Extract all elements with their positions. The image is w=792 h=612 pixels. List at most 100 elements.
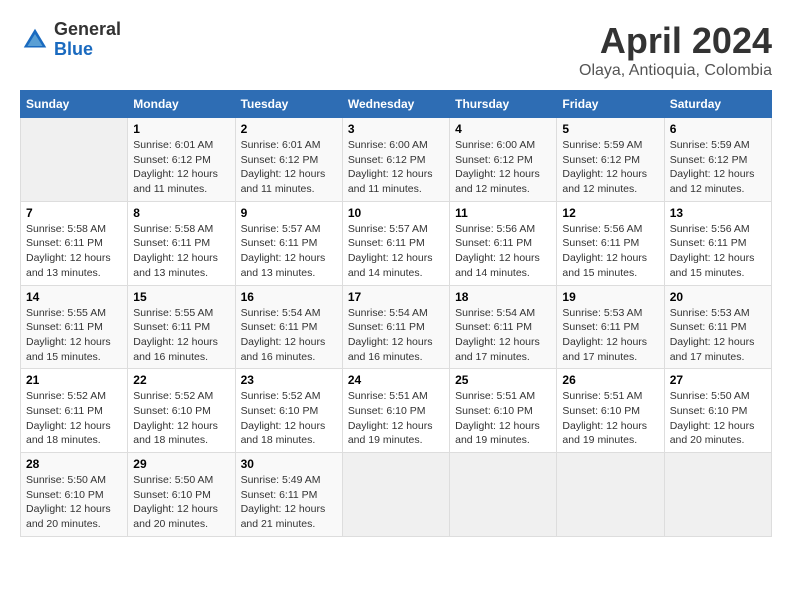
calendar-week-3: 21 Sunrise: 5:52 AM Sunset: 6:11 PM Dayli…	[21, 369, 772, 453]
calendar-cell: 12 Sunrise: 5:56 AM Sunset: 6:11 PM Dayli…	[557, 201, 664, 285]
day-number: 7	[26, 206, 122, 220]
day-info: Sunrise: 5:52 AM Sunset: 6:11 PM Dayligh…	[26, 389, 122, 448]
calendar-cell: 6 Sunrise: 5:59 AM Sunset: 6:12 PM Daylig…	[664, 118, 771, 202]
header-monday: Monday	[128, 91, 235, 118]
calendar-cell: 13 Sunrise: 5:56 AM Sunset: 6:11 PM Dayli…	[664, 201, 771, 285]
header-wednesday: Wednesday	[342, 91, 449, 118]
calendar-cell: 26Sunrise: 5:51 AM Sunset: 6:10 PM Dayli…	[557, 369, 664, 453]
header-sunday: Sunday	[21, 91, 128, 118]
day-info: Sunrise: 5:50 AM Sunset: 6:10 PM Dayligh…	[670, 389, 766, 448]
day-number: 19	[562, 290, 658, 304]
day-number: 30	[241, 457, 337, 471]
day-number: 9	[241, 206, 337, 220]
logo-icon	[20, 25, 50, 55]
day-number: 20	[670, 290, 766, 304]
day-info: Sunrise: 5:54 AM Sunset: 6:11 PM Dayligh…	[455, 306, 551, 365]
calendar-cell: 29 Sunrise: 5:50 AM Sunset: 6:10 PM Dayli…	[128, 453, 235, 537]
calendar-cell: 17 Sunrise: 5:54 AM Sunset: 6:11 PM Dayli…	[342, 285, 449, 369]
logo-blue: Blue	[54, 40, 121, 60]
day-info: Sunrise: 5:56 AM Sunset: 6:11 PM Dayligh…	[455, 222, 551, 281]
calendar-cell: 5 Sunrise: 5:59 AM Sunset: 6:12 PM Daylig…	[557, 118, 664, 202]
calendar-cell: 15Sunrise: 5:55 AM Sunset: 6:11 PM Dayli…	[128, 285, 235, 369]
day-number: 28	[26, 457, 122, 471]
day-info: Sunrise: 5:56 AM Sunset: 6:11 PM Dayligh…	[562, 222, 658, 281]
calendar-cell: 27 Sunrise: 5:50 AM Sunset: 6:10 PM Dayli…	[664, 369, 771, 453]
logo: General Blue	[20, 20, 121, 60]
calendar-cell: 20 Sunrise: 5:53 AM Sunset: 6:11 PM Dayli…	[664, 285, 771, 369]
day-info: Sunrise: 6:01 AM Sunset: 6:12 PM Dayligh…	[133, 138, 229, 197]
day-number: 12	[562, 206, 658, 220]
header-saturday: Saturday	[664, 91, 771, 118]
day-number: 10	[348, 206, 444, 220]
day-number: 27	[670, 373, 766, 387]
day-info: Sunrise: 5:54 AM Sunset: 6:11 PM Dayligh…	[241, 306, 337, 365]
day-info: Sunrise: 6:00 AM Sunset: 6:12 PM Dayligh…	[455, 138, 551, 197]
calendar-week-2: 14 Sunrise: 5:55 AM Sunset: 6:11 PM Dayli…	[21, 285, 772, 369]
day-info: Sunrise: 5:58 AM Sunset: 6:11 PM Dayligh…	[133, 222, 229, 281]
logo-general: General	[54, 20, 121, 40]
location-subtitle: Olaya, Antioquia, Colombia	[579, 62, 772, 80]
day-info: Sunrise: 5:59 AM Sunset: 6:12 PM Dayligh…	[670, 138, 766, 197]
calendar-cell	[21, 118, 128, 202]
calendar-cell	[664, 453, 771, 537]
day-number: 13	[670, 206, 766, 220]
day-number: 2	[241, 122, 337, 136]
day-info: Sunrise: 5:59 AM Sunset: 6:12 PM Dayligh…	[562, 138, 658, 197]
day-number: 24	[348, 373, 444, 387]
calendar-cell: 14 Sunrise: 5:55 AM Sunset: 6:11 PM Dayli…	[21, 285, 128, 369]
day-number: 1	[133, 122, 229, 136]
header-friday: Friday	[557, 91, 664, 118]
day-info: Sunrise: 5:50 AM Sunset: 6:10 PM Dayligh…	[133, 473, 229, 532]
day-number: 16	[241, 290, 337, 304]
day-number: 29	[133, 457, 229, 471]
calendar-cell: 2Sunrise: 6:01 AM Sunset: 6:12 PM Daylig…	[235, 118, 342, 202]
calendar-cell: 10 Sunrise: 5:57 AM Sunset: 6:11 PM Dayli…	[342, 201, 449, 285]
day-info: Sunrise: 5:53 AM Sunset: 6:11 PM Dayligh…	[670, 306, 766, 365]
day-number: 26	[562, 373, 658, 387]
calendar-cell: 25 Sunrise: 5:51 AM Sunset: 6:10 PM Dayli…	[450, 369, 557, 453]
day-number: 8	[133, 206, 229, 220]
day-info: Sunrise: 5:53 AM Sunset: 6:11 PM Dayligh…	[562, 306, 658, 365]
day-info: Sunrise: 5:51 AM Sunset: 6:10 PM Dayligh…	[455, 389, 551, 448]
calendar-cell: 18 Sunrise: 5:54 AM Sunset: 6:11 PM Dayli…	[450, 285, 557, 369]
day-number: 18	[455, 290, 551, 304]
calendar-cell: 16 Sunrise: 5:54 AM Sunset: 6:11 PM Dayli…	[235, 285, 342, 369]
day-number: 5	[562, 122, 658, 136]
day-number: 25	[455, 373, 551, 387]
calendar-cell: 1 Sunrise: 6:01 AM Sunset: 6:12 PM Daylig…	[128, 118, 235, 202]
calendar-table: SundayMondayTuesdayWednesdayThursdayFrid…	[20, 90, 772, 537]
day-info: Sunrise: 5:57 AM Sunset: 6:11 PM Dayligh…	[348, 222, 444, 281]
day-info: Sunrise: 5:52 AM Sunset: 6:10 PM Dayligh…	[241, 389, 337, 448]
title-block: April 2024 Olaya, Antioquia, Colombia	[579, 20, 772, 80]
calendar-header-row: SundayMondayTuesdayWednesdayThursdayFrid…	[21, 91, 772, 118]
day-info: Sunrise: 5:55 AM Sunset: 6:11 PM Dayligh…	[133, 306, 229, 365]
logo-text: General Blue	[54, 20, 121, 60]
calendar-cell: 21 Sunrise: 5:52 AM Sunset: 6:11 PM Dayli…	[21, 369, 128, 453]
page-header: General Blue April 2024 Olaya, Antioquia…	[20, 20, 772, 80]
calendar-cell: 24 Sunrise: 5:51 AM Sunset: 6:10 PM Dayli…	[342, 369, 449, 453]
calendar-cell	[557, 453, 664, 537]
day-info: Sunrise: 5:51 AM Sunset: 6:10 PM Dayligh…	[348, 389, 444, 448]
day-info: Sunrise: 5:55 AM Sunset: 6:11 PM Dayligh…	[26, 306, 122, 365]
day-info: Sunrise: 5:57 AM Sunset: 6:11 PM Dayligh…	[241, 222, 337, 281]
calendar-cell: 28 Sunrise: 5:50 AM Sunset: 6:10 PM Dayli…	[21, 453, 128, 537]
day-number: 6	[670, 122, 766, 136]
calendar-cell	[342, 453, 449, 537]
month-title: April 2024	[579, 20, 772, 62]
day-number: 14	[26, 290, 122, 304]
calendar-week-4: 28 Sunrise: 5:50 AM Sunset: 6:10 PM Dayli…	[21, 453, 772, 537]
day-number: 23	[241, 373, 337, 387]
day-number: 22	[133, 373, 229, 387]
day-number: 11	[455, 206, 551, 220]
day-info: Sunrise: 5:58 AM Sunset: 6:11 PM Dayligh…	[26, 222, 122, 281]
calendar-cell: 30Sunrise: 5:49 AM Sunset: 6:11 PM Dayli…	[235, 453, 342, 537]
day-info: Sunrise: 5:56 AM Sunset: 6:11 PM Dayligh…	[670, 222, 766, 281]
day-info: Sunrise: 5:50 AM Sunset: 6:10 PM Dayligh…	[26, 473, 122, 532]
calendar-cell	[450, 453, 557, 537]
calendar-week-0: 1 Sunrise: 6:01 AM Sunset: 6:12 PM Daylig…	[21, 118, 772, 202]
day-number: 17	[348, 290, 444, 304]
day-number: 21	[26, 373, 122, 387]
calendar-cell: 8 Sunrise: 5:58 AM Sunset: 6:11 PM Daylig…	[128, 201, 235, 285]
day-info: Sunrise: 5:54 AM Sunset: 6:11 PM Dayligh…	[348, 306, 444, 365]
calendar-cell: 3Sunrise: 6:00 AM Sunset: 6:12 PM Daylig…	[342, 118, 449, 202]
